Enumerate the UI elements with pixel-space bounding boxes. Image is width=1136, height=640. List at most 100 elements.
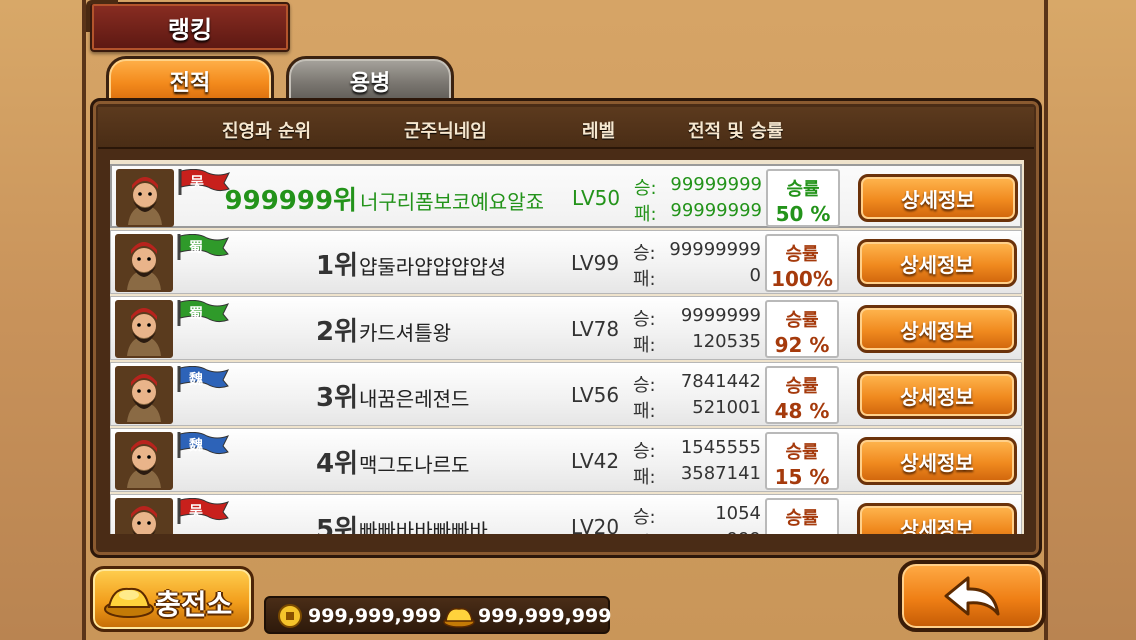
rank-label: 5위: [315, 515, 358, 534]
wins-label: 승:: [633, 309, 656, 330]
charge-shop-button[interactable]: 충전소: [90, 566, 254, 632]
general-portrait-icon: [117, 368, 171, 422]
losses-value: 99999999: [670, 200, 762, 221]
win-rate-label: 승률: [785, 376, 819, 397]
win-rate-value: 9 %: [767, 531, 837, 534]
win-rate-box: 승률 50 %: [766, 169, 840, 227]
win-rate-box: 승률 100%: [765, 234, 839, 292]
coin-amount: 999,999,999: [308, 605, 442, 627]
tab-record-label: 전적: [169, 71, 211, 96]
faction-flag-text: 吴: [189, 504, 203, 520]
ranking-list[interactable]: 吴 999999위 너구리폼보코예요알죠 LV50 승: 99999999 패:…: [110, 160, 1024, 534]
faction-flag-icon: 吴: [178, 168, 231, 195]
detail-info-button[interactable]: 상세정보: [857, 437, 1017, 485]
general-portrait-icon: [117, 434, 171, 488]
wins-value: 1545555: [680, 437, 761, 458]
win-rate-label: 승률: [786, 179, 820, 200]
win-rate-label: 승률: [785, 310, 819, 331]
column-header-record: 전적 및 승률: [688, 121, 784, 142]
losses-value: 521001: [692, 397, 761, 418]
general-portrait-icon: [117, 236, 171, 290]
rank-label: 4위: [315, 449, 358, 479]
nickname-label: 너구리폼보코예요알죠: [360, 190, 544, 214]
win-rate-box: 승률 92 %: [765, 300, 839, 358]
back-button[interactable]: [898, 560, 1046, 632]
table-header: 진영과 순위 군주닉네임 레벨 전적 및 승률: [98, 107, 1034, 149]
detail-info-button[interactable]: 상세정보: [857, 239, 1017, 287]
detail-info-label: 상세정보: [900, 252, 974, 277]
win-rate-value: 15 %: [774, 465, 830, 489]
back-arrow-icon: [944, 576, 1000, 616]
faction-flag-text: 魏: [189, 372, 203, 388]
nickname-label: 얍둘라얍얍얍얍셩: [359, 255, 507, 279]
losses-label: 패:: [633, 335, 656, 356]
win-rate-value: 48 %: [774, 399, 830, 423]
charge-shop-label: 충전소: [155, 588, 233, 621]
table-row: 蜀 2위 카드셔틀왕 LV78 승: 9999999 패: 120535 승률 …: [110, 296, 1022, 360]
level-label: LV42: [571, 449, 620, 473]
detail-info-button[interactable]: 상세정보: [857, 503, 1017, 534]
nickname-label: 카드셔틀왕: [359, 321, 451, 345]
rank-label: 999999위: [224, 186, 357, 216]
currency-bar: 999,999,999 999,999,999: [264, 596, 611, 634]
detail-info-button[interactable]: 상세정보: [858, 174, 1018, 222]
nickname-label: 맥그도나르도: [359, 453, 470, 477]
table-row: 吴 999999위 너구리폼보코예요알죠 LV50 승: 99999999 패:…: [110, 164, 1022, 228]
general-portrait-icon: [117, 302, 171, 356]
avatar: [116, 169, 174, 227]
wins-label: 승:: [633, 375, 656, 396]
detail-info-label: 상세정보: [900, 384, 974, 409]
column-header-level: 레벨: [582, 121, 616, 142]
general-portrait-icon: [117, 500, 171, 534]
faction-flag-icon: 蜀: [177, 299, 230, 326]
table-row: 魏 3위 내꿈은레젼드 LV56 승: 7841442 패: 521001 승률…: [110, 362, 1022, 426]
faction-flag-icon: 魏: [177, 431, 230, 458]
win-rate-value: 50 %: [775, 202, 831, 226]
gold-ingot-icon: [443, 608, 475, 628]
level-label: LV78: [571, 317, 620, 341]
win-rate-box: 승률 9 %: [765, 498, 839, 534]
faction-flag-text: 吴: [190, 175, 204, 191]
general-portrait-icon: [118, 171, 172, 225]
losses-value: 0: [749, 265, 761, 286]
win-rate-value: 92 %: [774, 333, 830, 357]
losses-label: 패:: [633, 467, 656, 488]
wins-label: 승:: [633, 507, 656, 528]
win-rate-box: 승률 48 %: [765, 366, 839, 424]
page-title-text: 랭킹: [167, 15, 213, 44]
wins-value: 7841442: [680, 371, 761, 392]
faction-flag-text: 蜀: [189, 306, 203, 322]
avatar: [115, 432, 173, 490]
losses-label: 패:: [633, 529, 656, 534]
wins-value: 99999999: [669, 239, 761, 260]
losses-value: 3587141: [680, 463, 761, 484]
coin-icon: [278, 604, 302, 628]
faction-flag-icon: 魏: [177, 365, 230, 392]
nickname-label: 빠빠바바빠빠바: [359, 519, 488, 534]
level-label: LV50: [572, 186, 621, 210]
faction-flag-icon: 吴: [177, 497, 230, 524]
column-header-nickname: 군주닉네임: [404, 121, 487, 142]
table-row: 吴 5위 빠빠바바빠빠바 LV20 승: 1054 패: 999 승률 9 % …: [110, 494, 1022, 534]
gold-ingot-icon: [104, 587, 154, 618]
wins-label: 승:: [633, 243, 656, 264]
avatar: [115, 366, 173, 424]
detail-info-button[interactable]: 상세정보: [857, 371, 1017, 419]
wins-label: 승:: [634, 178, 657, 199]
column-header-faction-rank: 진영과 순위: [222, 121, 312, 142]
detail-info-label: 상세정보: [900, 318, 974, 343]
win-rate-label: 승률: [785, 244, 819, 265]
detail-info-label: 상세정보: [901, 187, 975, 212]
win-rate-label: 승률: [785, 508, 819, 529]
win-rate-value: 100%: [771, 267, 833, 291]
detail-info-button[interactable]: 상세정보: [857, 305, 1017, 353]
level-label: LV99: [571, 251, 620, 275]
page-title: 랭킹: [86, 0, 290, 52]
rank-label: 3위: [315, 383, 358, 413]
rank-label: 2위: [315, 317, 358, 347]
losses-value: 999: [727, 529, 761, 534]
wins-value: 1054: [715, 503, 761, 524]
losses-label: 패:: [633, 401, 656, 422]
losses-label: 패:: [633, 269, 656, 290]
nickname-label: 내꿈은레젼드: [359, 387, 470, 411]
